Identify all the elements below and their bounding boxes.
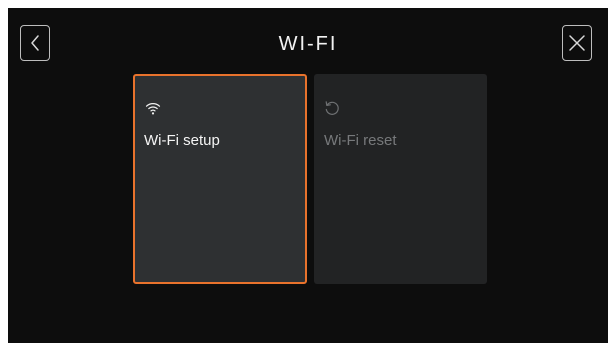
wifi-reset-card: Wi-Fi reset: [314, 74, 487, 284]
close-button[interactable]: [562, 25, 592, 61]
wifi-icon: [145, 103, 161, 115]
reset-icon: [325, 101, 339, 115]
wifi-screen: WI-FI Wi-Fi setup Wi-Fi reset: [8, 8, 608, 343]
wifi-setup-label: Wi-Fi setup: [144, 132, 220, 149]
wifi-setup-card[interactable]: Wi-Fi setup: [133, 74, 307, 284]
wifi-reset-label: Wi-Fi reset: [324, 132, 397, 149]
close-icon: [569, 35, 585, 51]
page-title: WI-FI: [278, 33, 338, 55]
